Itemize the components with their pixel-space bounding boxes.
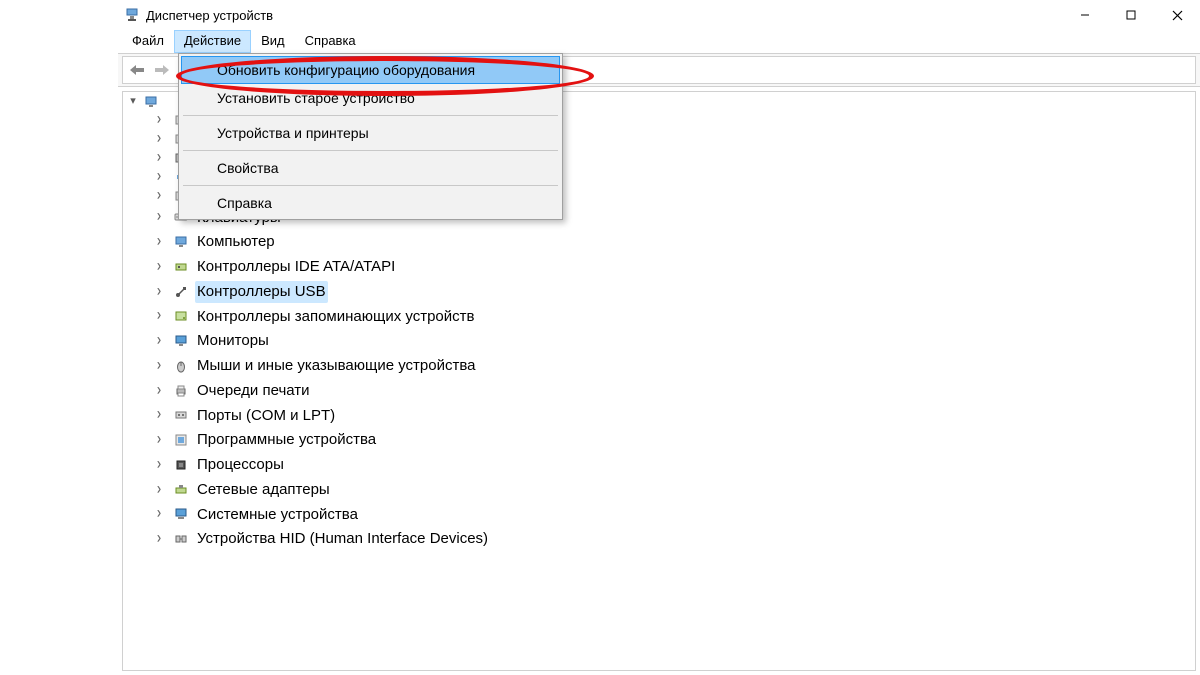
twisty-closed-icon: ❯ bbox=[155, 336, 162, 346]
twisty-closed-icon: ❯ bbox=[155, 134, 162, 144]
toolbar-back-button[interactable] bbox=[125, 59, 149, 81]
twisty-closed-icon: ❯ bbox=[155, 191, 162, 201]
twisty-closed-icon: ❯ bbox=[155, 411, 162, 421]
tree-node[interactable]: ❯ Процессоры bbox=[123, 453, 1195, 478]
twisty-closed-icon: ❯ bbox=[155, 237, 162, 247]
system-icon bbox=[173, 506, 189, 522]
tree-node[interactable]: ❯ Контроллеры USB bbox=[123, 279, 1195, 304]
twisty-closed-icon: ❯ bbox=[155, 262, 162, 272]
menu-item-scan-hardware[interactable]: Обновить конфигурацию оборудования bbox=[181, 56, 560, 84]
titlebar: Диспетчер устройств bbox=[118, 0, 1200, 30]
menu-view[interactable]: Вид bbox=[251, 30, 295, 53]
toolbar-forward-button[interactable] bbox=[150, 59, 174, 81]
tree-node[interactable]: ❯ Очереди печати bbox=[123, 378, 1195, 403]
tree-node[interactable]: ❯ Мыши и иные указывающие устройства bbox=[123, 354, 1195, 379]
tree-node-label: Устройства HID (Human Interface Devices) bbox=[195, 528, 490, 550]
twisty-closed-icon: ❯ bbox=[155, 435, 162, 445]
computer-icon bbox=[173, 234, 189, 250]
twisty-closed-icon: ❯ bbox=[155, 386, 162, 396]
cpu-icon bbox=[173, 457, 189, 473]
twisty-open-icon: ▾ bbox=[127, 94, 139, 110]
ide-icon bbox=[173, 259, 189, 275]
window-controls bbox=[1062, 0, 1200, 30]
mouse-icon bbox=[173, 358, 189, 374]
app-icon bbox=[124, 7, 140, 23]
tree-node-label: Контроллеры IDE ATA/ATAPI bbox=[195, 256, 397, 278]
menubar: Файл Действие Вид Справка bbox=[118, 30, 1200, 53]
hid-icon bbox=[173, 531, 189, 547]
tree-node-label: Мониторы bbox=[195, 330, 271, 352]
menu-help[interactable]: Справка bbox=[295, 30, 366, 53]
tree-node[interactable]: ❯ Компьютер bbox=[123, 230, 1195, 255]
window-title: Диспетчер устройств bbox=[146, 8, 273, 23]
tree-node[interactable]: ❯ Сетевые адаптеры bbox=[123, 477, 1195, 502]
twisty-closed-icon: ❯ bbox=[155, 460, 162, 470]
menu-item-properties[interactable]: Свойства bbox=[181, 154, 560, 182]
twisty-closed-icon: ❯ bbox=[155, 213, 162, 223]
twisty-closed-icon: ❯ bbox=[155, 361, 162, 371]
close-button[interactable] bbox=[1154, 0, 1200, 30]
monitor-icon bbox=[173, 333, 189, 349]
usb-icon bbox=[173, 284, 189, 300]
printer-icon bbox=[173, 383, 189, 399]
tree-node[interactable]: ❯ Программные устройства bbox=[123, 428, 1195, 453]
tree-node[interactable]: ❯ Мониторы bbox=[123, 329, 1195, 354]
twisty-closed-icon: ❯ bbox=[155, 485, 162, 495]
tree-node[interactable]: ❯ Устройства HID (Human Interface Devices… bbox=[123, 527, 1195, 552]
tree-node-label: Контроллеры USB bbox=[195, 281, 328, 303]
twisty-closed-icon: ❯ bbox=[155, 115, 162, 125]
twisty-closed-icon: ❯ bbox=[155, 534, 162, 544]
tree-node-label: Мыши и иные указывающие устройства bbox=[195, 355, 477, 377]
maximize-button[interactable] bbox=[1108, 0, 1154, 30]
menu-item-devices-printers[interactable]: Устройства и принтеры bbox=[181, 119, 560, 147]
tree-node-label: Процессоры bbox=[195, 454, 286, 476]
menu-separator bbox=[183, 115, 558, 116]
tree-node[interactable]: ❯ Порты (COM и LPT) bbox=[123, 403, 1195, 428]
menu-separator bbox=[183, 185, 558, 186]
menu-item-help[interactable]: Справка bbox=[181, 189, 560, 217]
twisty-closed-icon: ❯ bbox=[155, 510, 162, 520]
tree-node-label: Программные устройства bbox=[195, 429, 378, 451]
menu-action[interactable]: Действие bbox=[174, 30, 251, 53]
port-icon bbox=[173, 407, 189, 423]
tree-node[interactable]: ❯ Контроллеры IDE ATA/ATAPI bbox=[123, 255, 1195, 280]
tree-node-label: Очереди печати bbox=[195, 380, 312, 402]
minimize-button[interactable] bbox=[1062, 0, 1108, 30]
tree-node[interactable]: ❯ Контроллеры запоминающих устройств bbox=[123, 304, 1195, 329]
menu-file[interactable]: Файл bbox=[122, 30, 174, 53]
menu-item-add-legacy[interactable]: Установить старое устройство bbox=[181, 84, 560, 112]
tree-node-label: Сетевые адаптеры bbox=[195, 479, 332, 501]
storage-icon bbox=[173, 308, 189, 324]
tree-node-label: Компьютер bbox=[195, 231, 277, 253]
computer-icon bbox=[143, 94, 159, 110]
menu-separator bbox=[183, 150, 558, 151]
network-icon bbox=[173, 482, 189, 498]
twisty-closed-icon: ❯ bbox=[155, 312, 162, 322]
twisty-closed-icon: ❯ bbox=[155, 153, 162, 163]
action-menu-dropdown: Обновить конфигурацию оборудования Устан… bbox=[178, 53, 563, 220]
twisty-closed-icon: ❯ bbox=[155, 287, 162, 297]
software-icon bbox=[173, 432, 189, 448]
twisty-closed-icon: ❯ bbox=[155, 172, 162, 182]
tree-node[interactable]: ❯ Системные устройства bbox=[123, 502, 1195, 527]
tree-node-label: Контроллеры запоминающих устройств bbox=[195, 306, 476, 328]
tree-node-label: Порты (COM и LPT) bbox=[195, 405, 337, 427]
tree-node-label: Системные устройства bbox=[195, 504, 360, 526]
